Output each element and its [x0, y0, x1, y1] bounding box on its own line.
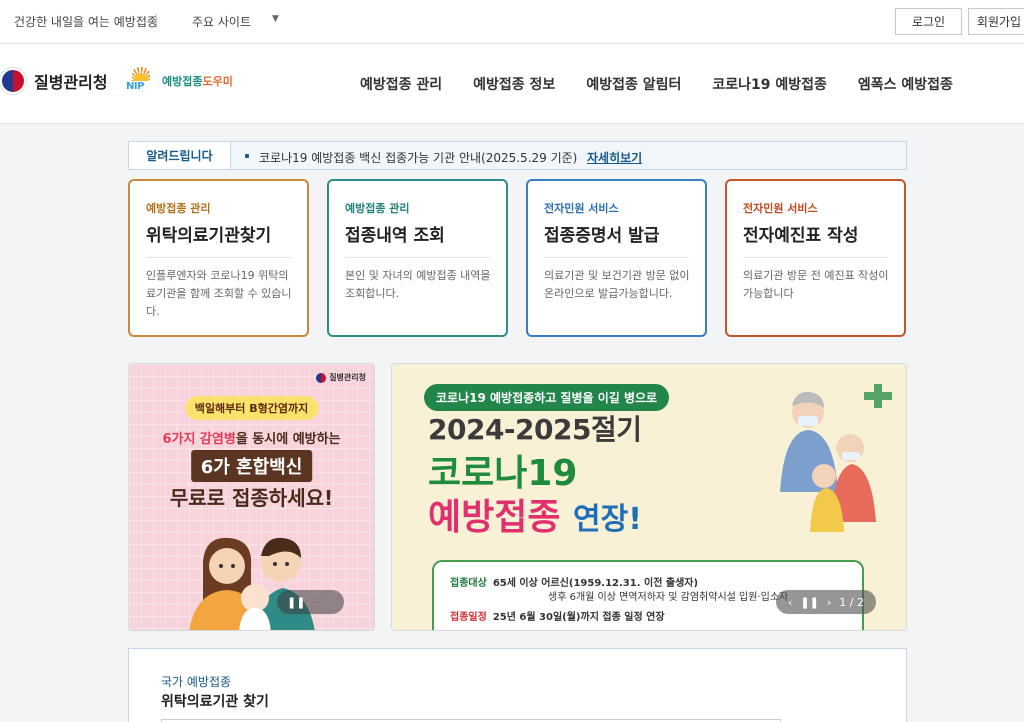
divider [146, 257, 291, 258]
slider-controls: ‹ ❚❚ › 1 / 2 [776, 590, 876, 614]
slide-pager: 1 / 2 [839, 595, 864, 609]
nip-abbr: NIP [126, 81, 144, 92]
card-title: 접종내역 조회 [345, 226, 445, 246]
bullet-icon [245, 154, 249, 158]
notice-text[interactable]: 코로나19 예방접종 백신 접종가능 기관 안내(2025.5.29 기준) [259, 149, 577, 166]
card-category: 예방접종 관리 [345, 202, 410, 215]
notice-bar: 알려드립니다 코로나19 예방접종 백신 접종가능 기관 안내(2025.5.2… [128, 141, 907, 170]
next-icon[interactable]: › [827, 596, 831, 609]
nav-vaccination-info[interactable]: 예방접종 정보 [473, 74, 555, 94]
card-category: 예방접종 관리 [146, 202, 211, 215]
major-sites-dropdown[interactable]: 주요 사이트 [192, 13, 251, 30]
caret-down-icon[interactable]: ▼ [272, 14, 279, 24]
divider [743, 257, 888, 258]
target-row-2: 생후 6개월 이상 면역저하자 및 감염취약시설 입원·입소자 [548, 592, 789, 603]
nip-logo[interactable]: NIP 예방접종도우미 [126, 66, 233, 96]
nav-vaccination-management[interactable]: 예방접종 관리 [360, 74, 442, 94]
kdca-name: 질병관리청 [34, 73, 108, 92]
nav-mpox-vaccination[interactable]: 엠폭스 예방접종 [858, 74, 953, 94]
nav-vaccination-notice[interactable]: 예방접종 알림터 [586, 74, 681, 94]
card-desc: 본인 및 자녀의 예방접종 내역을 조회합니다. [345, 269, 491, 300]
period-label: 접종일정 [450, 612, 487, 623]
nip-sun-icon: NIP [126, 66, 156, 96]
target-label: 접종대상 [450, 578, 487, 589]
banner-extension: 예방접종 연장! [428, 497, 642, 538]
login-button[interactable]: 로그인 [895, 8, 962, 35]
card-history-lookup[interactable]: 예방접종 관리 접종내역 조회 본인 및 자녀의 예방접종 내역을 조회합니다. [327, 179, 508, 337]
card-desc: 인플루엔자와 코로나19 위탁의료기관을 함께 조회할 수 있습니다. [146, 269, 292, 318]
prev-icon[interactable]: ‹ [788, 596, 792, 609]
notice-more-link[interactable]: 자세히보기 [587, 149, 642, 166]
card-find-clinic[interactable]: 예방접종 관리 위탁의료기관찾기 인플루엔자와 코로나19 위탁의료기관을 함께… [128, 179, 309, 337]
card-category: 전자민원 서비스 [544, 202, 619, 215]
header: 질병관리청 NIP 예방접종도우미 예방접종 관리 예방접종 정보 예방접종 알… [0, 44, 1024, 124]
kdca-logo[interactable]: 질병관리청 [0, 68, 108, 94]
banner-line1: 6가지 감염병을 동시에 예방하는 [162, 432, 341, 447]
card-e-questionnaire[interactable]: 전자민원 서비스 전자예진표 작성 의료기관 방문 전 예진표 작성이 가능합니… [725, 179, 906, 337]
period-row: 접종일정 25년 6월 30일(월)까지 접종 일정 연장 [450, 608, 665, 623]
card-category: 전자민원 서비스 [743, 202, 818, 215]
card-title: 위탁의료기관찾기 [146, 226, 272, 246]
clinic-search-section: 국가 예방접종 위탁의료기관 찾기 [128, 648, 907, 722]
card-title: 접종증명서 발급 [544, 226, 660, 246]
divider [345, 257, 490, 258]
pause-button[interactable]: ❚❚ [277, 590, 344, 614]
nip-name: 예방접종도우미 [162, 75, 233, 88]
banner-line2: 6가 혼합백신 [190, 450, 313, 482]
card-desc: 의료기관 및 보건기관 방문 없이 온라인으로 발급가능합니다. [544, 269, 690, 300]
pause-icon[interactable]: ❚❚ [800, 596, 818, 609]
banner-season: 2024-2025절기 [428, 413, 642, 446]
kdca-logo-small: 질병관리청 [316, 372, 366, 383]
banner-pill: 코로나19 예방접종하고 질병을 이길 병으로 [424, 384, 670, 411]
divider [544, 257, 689, 258]
period-text: 25년 6월 30일(월)까지 접종 일정 연장 [492, 612, 665, 623]
nav-covid19-vaccination[interactable]: 코로나19 예방접종 [712, 74, 827, 94]
divider [156, 14, 157, 28]
card-title: 전자예진표 작성 [743, 226, 859, 246]
section-title: 위탁의료기관 찾기 [161, 694, 269, 710]
banner-line3: 무료로 접종하세요! [169, 486, 334, 510]
kdca-emblem-icon [0, 68, 26, 94]
family-illustration [189, 537, 315, 630]
card-certificate-issue[interactable]: 전자민원 서비스 접종증명서 발급 의료기관 및 보건기관 방문 없이 온라인으… [526, 179, 707, 337]
kdca-emblem-icon [316, 372, 327, 383]
card-desc: 의료기관 방문 전 예진표 작성이 가능합니다 [743, 269, 889, 300]
main-nav: 예방접종 관리 예방접종 정보 예방접종 알림터 코로나19 예방접종 엠폭스 … [360, 74, 984, 94]
target-row: 접종대상 65세 이상 어르신(1959.12.31. 이전 출생자) [450, 574, 698, 589]
signup-button[interactable]: 회원가입 [968, 8, 1024, 35]
notice-tag: 알려드립니다 [129, 142, 231, 169]
site-slogan: 건강한 내일을 여는 예방접종 [14, 15, 158, 29]
people-illustration [780, 384, 892, 532]
section-subtitle: 국가 예방접종 [161, 675, 232, 689]
banner-pill: 백일해부터 B형간염까지 [184, 396, 319, 420]
top-utility-bar: 건강한 내일을 여는 예방접종 주요 사이트 ▼ 로그인 회원가입 [0, 0, 1024, 44]
